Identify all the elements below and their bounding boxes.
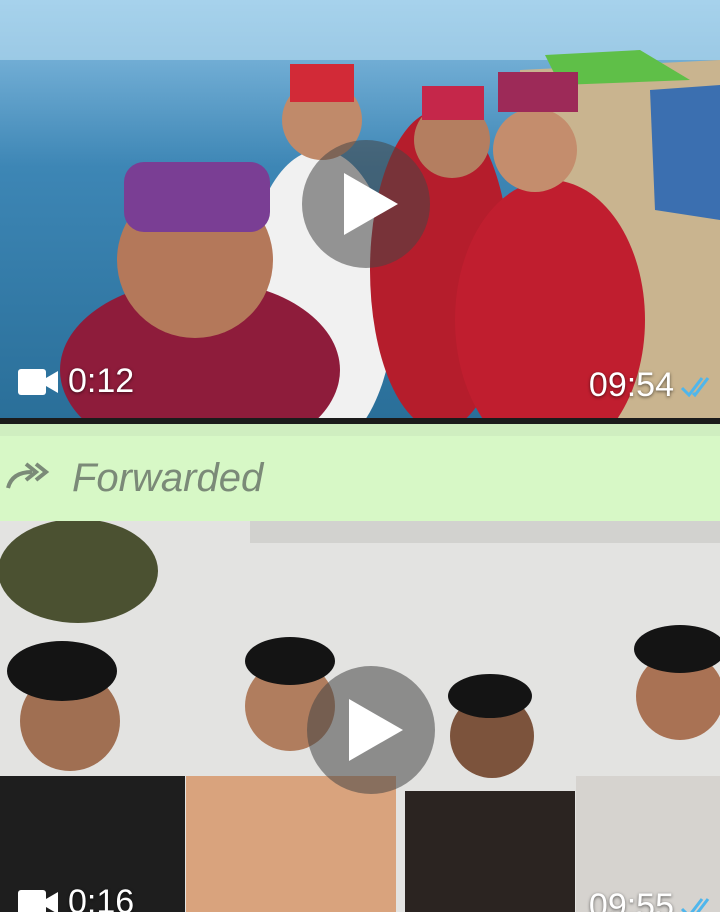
play-icon	[349, 699, 403, 761]
forwarded-label: Forwarded	[72, 455, 264, 500]
play-icon	[344, 173, 398, 235]
play-button-2[interactable]	[307, 666, 435, 794]
video-duration-2: 0:16	[18, 883, 134, 912]
double-check-icon	[680, 377, 710, 398]
video-message-2[interactable]: 0:16 09:55	[0, 521, 720, 912]
video-camera-icon	[18, 889, 58, 912]
timestamp-1: 09:54	[588, 366, 674, 404]
video-duration-1: 0:12	[18, 362, 134, 401]
duration-text: 0:12	[68, 362, 135, 400]
bubble-gap	[0, 424, 720, 436]
video-message-1[interactable]: 0:12 09:54	[0, 0, 720, 418]
double-check-icon	[680, 898, 710, 912]
play-button-1[interactable]	[302, 140, 430, 268]
video-camera-icon	[18, 368, 58, 395]
duration-text: 0:16	[68, 883, 135, 912]
timestamp-2: 09:55	[588, 887, 674, 912]
forward-arrow-icon	[6, 462, 50, 489]
forwarded-header: Forwarded	[0, 436, 720, 520]
